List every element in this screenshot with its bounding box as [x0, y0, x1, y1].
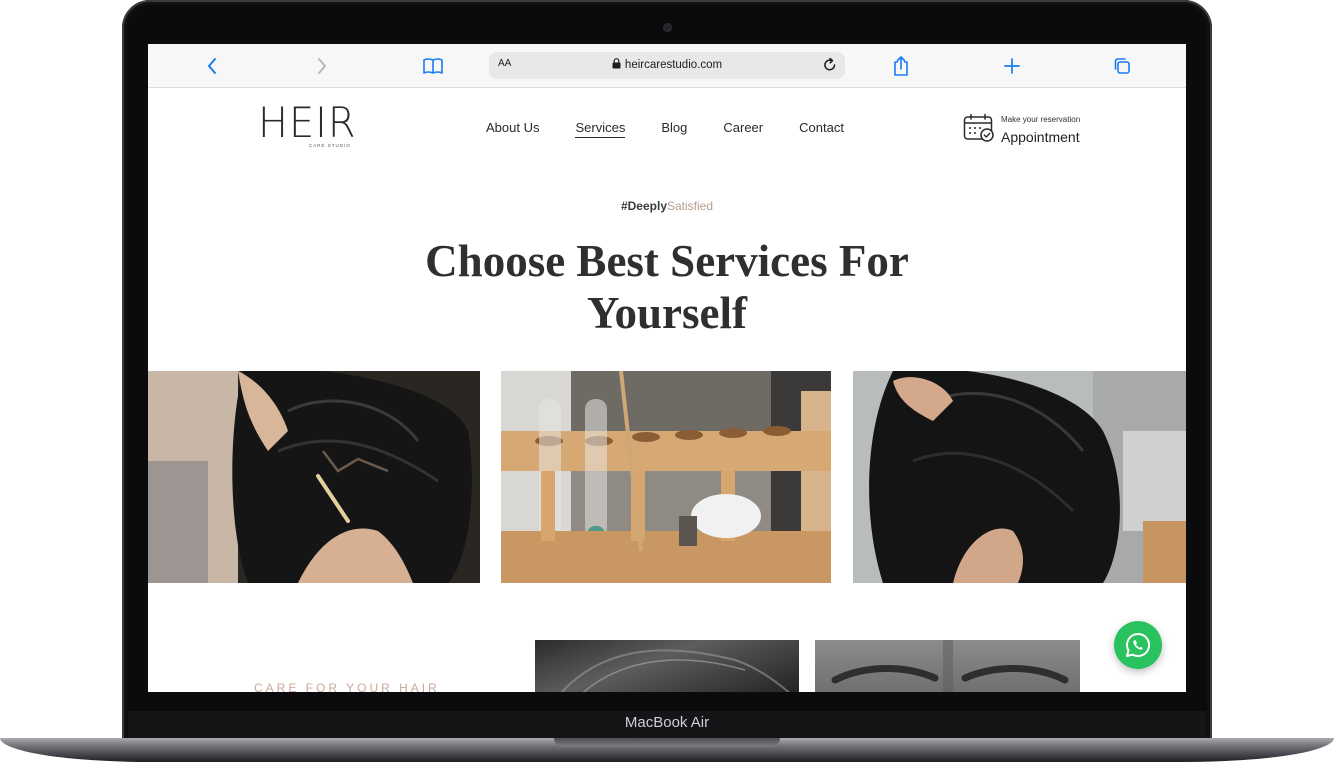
- back-icon[interactable]: [200, 54, 224, 78]
- nav-contact[interactable]: Contact: [799, 120, 844, 138]
- new-tab-icon[interactable]: [1000, 54, 1024, 78]
- nav-services[interactable]: Services: [575, 120, 626, 138]
- laptop-notch: [554, 738, 780, 747]
- forward-icon[interactable]: [310, 54, 334, 78]
- appointment-button[interactable]: Make your reservation Appointment: [963, 112, 1123, 146]
- browser-toolbar: AA heircarestudio.com: [148, 44, 1186, 88]
- site-header: HEIR CARE STUDIO About Us Services Blog …: [148, 88, 1186, 168]
- url-text: heircarestudio.com: [624, 59, 723, 71]
- nav-blog[interactable]: Blog: [661, 120, 687, 138]
- reload-icon[interactable]: [821, 56, 839, 78]
- section-photo-eyebrows: [815, 640, 1080, 692]
- whatsapp-icon: [1126, 632, 1150, 657]
- hashtag-part-1: #Deeply: [620, 199, 667, 213]
- calendar-check-icon: [963, 113, 994, 142]
- site-logo[interactable]: HEIR CARE STUDIO: [258, 98, 362, 149]
- appointment-caption: Make your reservation: [1001, 115, 1081, 124]
- appointment-label: Appointment: [1001, 129, 1080, 145]
- address-bar[interactable]: AA heircarestudio.com: [489, 52, 845, 79]
- logo-subtitle: CARE STUDIO: [309, 143, 351, 148]
- hero-hashtag: #DeeplySatisfied: [148, 199, 1186, 213]
- tabs-icon[interactable]: [1110, 54, 1134, 78]
- nav-career[interactable]: Career: [723, 120, 763, 138]
- service-photo-hair-inspection[interactable]: [853, 371, 1186, 583]
- share-icon[interactable]: [889, 54, 913, 78]
- hashtag-part-2: Satisfied: [667, 199, 714, 213]
- camera: [664, 24, 671, 31]
- main-nav: About Us Services Blog Career Contact: [486, 120, 880, 138]
- service-photo-hair-lab[interactable]: [501, 371, 831, 583]
- bookmarks-icon[interactable]: [421, 54, 445, 78]
- section-label-care: CARE FOR YOUR HAIR: [254, 681, 440, 692]
- screen: AA heircarestudio.com HEIR CARE STUDIO A…: [148, 44, 1186, 692]
- lock-icon: [612, 58, 621, 69]
- nav-about-us[interactable]: About Us: [486, 120, 539, 138]
- device-model-label: MacBook Air: [624, 714, 710, 731]
- service-photo-scalp-treatment[interactable]: [148, 371, 480, 583]
- whatsapp-button[interactable]: [1114, 621, 1162, 669]
- hero-title: Choose Best Services For Yourself: [425, 236, 909, 338]
- section-photo-hair: [535, 640, 799, 692]
- logo-wordmark: HEIR: [258, 98, 357, 147]
